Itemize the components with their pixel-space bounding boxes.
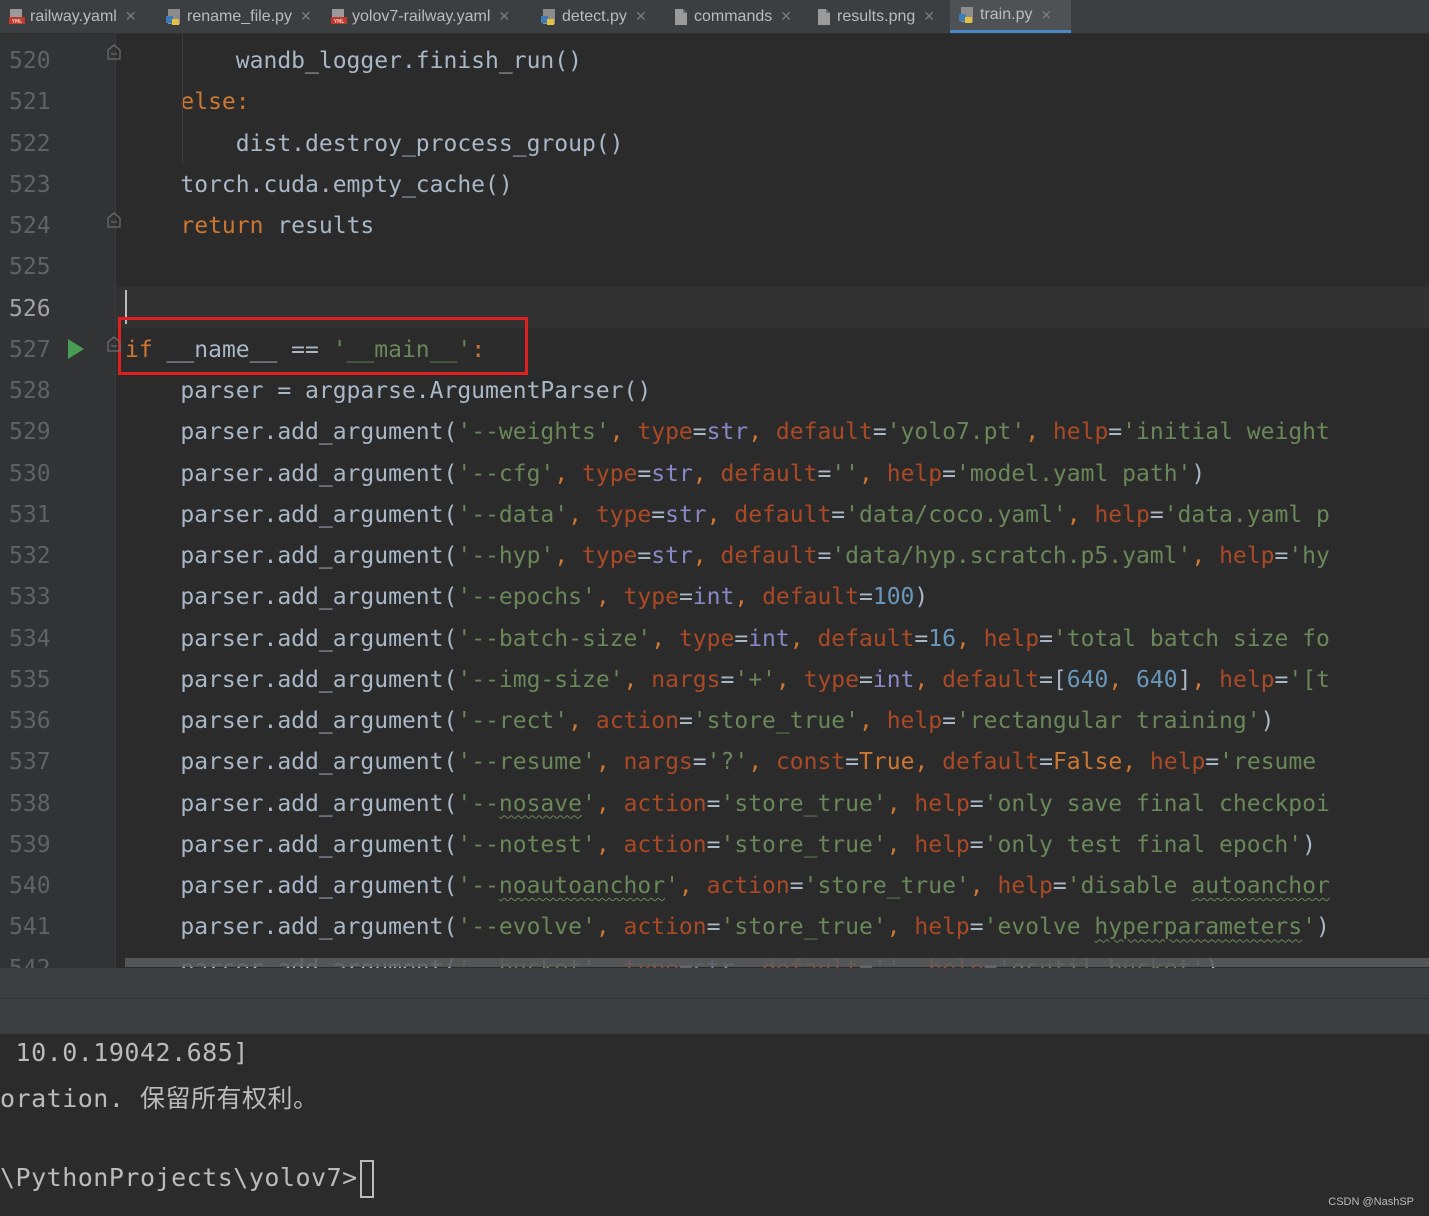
panel-divider[interactable]: [0, 968, 1429, 998]
line-number: 523: [9, 171, 51, 198]
yaml-file-icon: YML: [330, 8, 348, 26]
editor-tab-bar: YML railway.yaml ✕ rename_file.py ✕ YML yolov7…: [0, 0, 1429, 34]
python-file-icon: [958, 6, 976, 24]
code-line[interactable]: parser.add_argument('--weights', type=st…: [125, 412, 1330, 453]
close-icon[interactable]: ✕: [498, 8, 510, 25]
code-line[interactable]: wandb_logger.finish_run(): [125, 41, 582, 82]
code-line[interactable]: parser.add_argument('--epochs', type=int…: [125, 577, 928, 618]
tab-detect-py[interactable]: detect.py ✕: [540, 0, 665, 33]
line-number: 520: [9, 48, 51, 74]
fold-icon[interactable]: [106, 336, 122, 352]
line-number: 522: [9, 130, 51, 157]
tab-results-png[interactable]: results.png ✕: [815, 0, 945, 33]
line-number-gutter: 520 521 522 523 524 525 526 527 528 529 530 531 532 5…: [0, 34, 116, 968]
code-editor[interactable]: 520 521 522 523 524 525 526 527 528 529 530 531 532 5…: [0, 34, 1429, 968]
line-number: 541: [9, 914, 51, 941]
line-number: 539: [9, 831, 51, 858]
tab-commands[interactable]: commands ✕: [672, 0, 807, 33]
tab-label: yolov7-railway.yaml: [352, 7, 491, 25]
svg-text:YML: YML: [11, 19, 22, 25]
line-number: 538: [9, 790, 51, 817]
code-line[interactable]: parser.add_argument('--data', type=str, …: [125, 495, 1329, 536]
line-number: 532: [9, 543, 51, 569]
code-line[interactable]: parser = argparse.ArgumentParser(): [125, 371, 651, 412]
terminal-cursor: [359, 1160, 374, 1198]
horizontal-scrollbar[interactable]: [125, 958, 1429, 967]
text-file-icon: [672, 8, 690, 26]
tab-label: train.py: [980, 6, 1033, 23]
tab-railway-yaml[interactable]: YML railway.yaml ✕: [8, 0, 158, 33]
code-line[interactable]: parser.add_argument('--cfg', type=str, d…: [125, 454, 1205, 495]
line-number: 540: [9, 873, 51, 899]
line-number: 530: [9, 460, 51, 487]
line-number: 533: [9, 584, 51, 611]
tab-train-py[interactable]: train.py ✕: [950, 0, 1071, 33]
code-line[interactable]: parser.add_argument('--noautoanchor', ac…: [125, 866, 1329, 907]
tab-label: results.png: [837, 7, 916, 25]
tab-rename-file-py[interactable]: rename_file.py ✕: [165, 0, 325, 33]
svg-text:YML: YML: [333, 19, 344, 25]
line-number: 528: [9, 378, 51, 404]
tab-label: commands: [694, 7, 773, 25]
code-line[interactable]: parser.add_argument('--nosave', action='…: [125, 784, 1329, 825]
tab-yolov7-railway-yaml[interactable]: YML yolov7-railway.yaml ✕: [330, 0, 530, 33]
close-icon[interactable]: ✕: [125, 8, 137, 25]
fold-icon[interactable]: [106, 212, 122, 228]
line-number: 529: [9, 419, 51, 446]
terminal-line: oration. 保留所有权利。: [0, 1084, 319, 1113]
line-number: 527: [9, 336, 51, 363]
terminal-prompt-text: \PythonProjects\yolov7>: [0, 1163, 358, 1192]
line-number: 542: [9, 949, 69, 969]
code-line[interactable]: dist.destroy_process_group(): [125, 124, 624, 165]
close-icon[interactable]: ✕: [1040, 7, 1052, 24]
line-number: 537: [9, 749, 51, 776]
close-icon[interactable]: ✕: [780, 8, 792, 25]
close-icon[interactable]: ✕: [635, 8, 647, 25]
line-number: 536: [9, 708, 51, 734]
fold-icon[interactable]: [106, 44, 122, 60]
code-line[interactable]: return results: [125, 206, 374, 247]
yaml-file-icon: YML: [8, 8, 26, 26]
text-file-icon: [815, 8, 833, 26]
run-icon[interactable]: [68, 339, 84, 359]
line-number: 531: [9, 501, 51, 528]
code-line[interactable]: parser.add_argument('--resume', nargs='?…: [125, 742, 1330, 783]
line-number: 526: [9, 295, 51, 322]
python-file-icon: [540, 8, 558, 26]
code-line[interactable]: parser.add_argument('--img-size', nargs=…: [125, 660, 1330, 701]
terminal-toolbar: [0, 998, 1429, 1035]
indent-guide: [182, 34, 183, 164]
close-icon[interactable]: ✕: [300, 8, 312, 25]
line-number: 525: [9, 254, 51, 281]
close-icon[interactable]: ✕: [923, 8, 935, 25]
code-line[interactable]: parser.add_argument('--rect', action='st…: [125, 701, 1274, 742]
line-number: 534: [9, 625, 51, 652]
code-line[interactable]: parser.add_argument('--hyp', type=str, d…: [125, 536, 1329, 577]
tab-label: detect.py: [562, 7, 627, 25]
line-number: 521: [9, 89, 51, 116]
code-line[interactable]: parser.add_argument('--notest', action='…: [125, 825, 1316, 866]
tab-label: railway.yaml: [30, 7, 117, 25]
terminal-panel[interactable]: 10.0.19042.685] oration. 保留所有权利。 \Python…: [0, 1034, 1429, 1216]
tab-label: rename_file.py: [187, 7, 292, 25]
line-number: 524: [9, 213, 51, 239]
code-line[interactable]: parser.add_argument('--evolve', action='…: [125, 907, 1329, 948]
code-line[interactable]: parser.add_argument('--batch-size', type…: [125, 619, 1330, 660]
line-number: 535: [9, 666, 51, 693]
terminal-line: 10.0.19042.685]: [0, 1038, 249, 1067]
annotation-highlight-box: [118, 317, 528, 375]
code-line[interactable]: torch.cuda.empty_cache(): [125, 165, 512, 206]
code-line[interactable]: else:: [125, 82, 249, 123]
python-file-icon: [165, 8, 183, 26]
watermark: CSDN @NashSP: [1328, 1196, 1414, 1208]
terminal-prompt[interactable]: \PythonProjects\yolov7>: [0, 1160, 374, 1198]
